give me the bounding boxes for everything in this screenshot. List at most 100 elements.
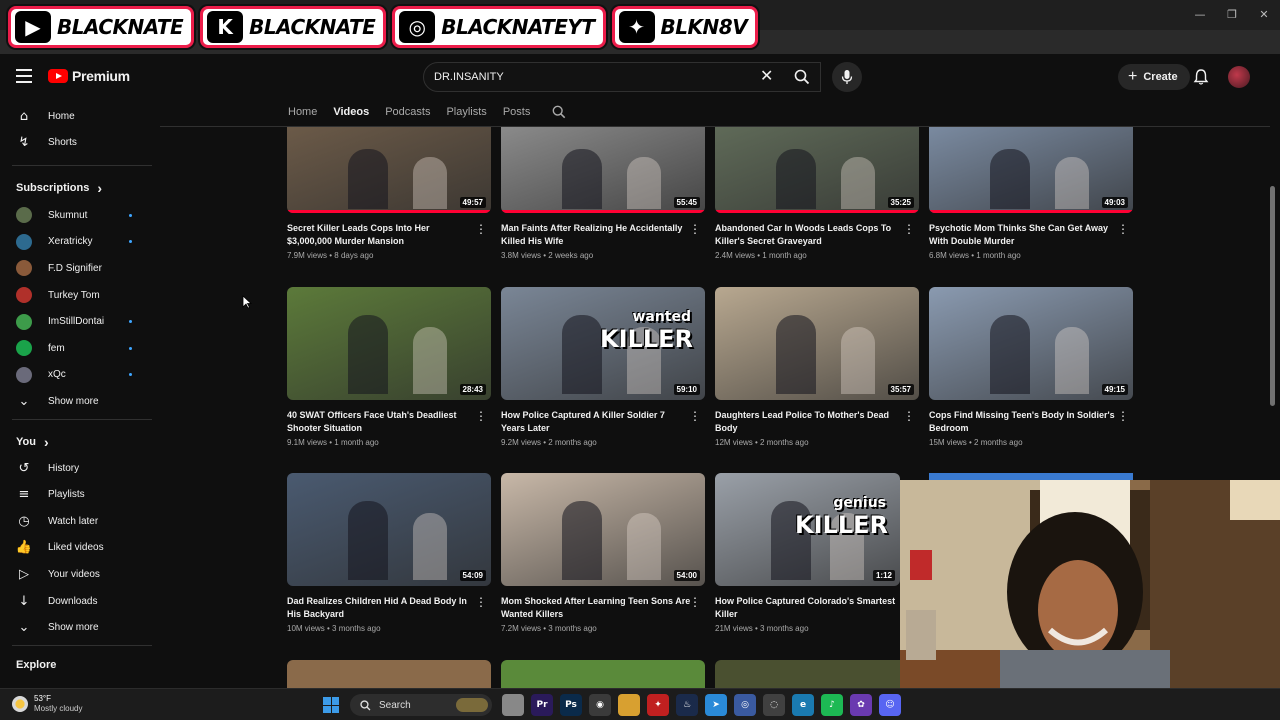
premiere-icon[interactable]: Pr [531, 694, 553, 716]
video-title[interactable]: 40 SWAT Officers Face Utah's Deadliest S… [287, 409, 477, 435]
more-options-icon[interactable]: ⋮ [475, 223, 487, 235]
maximize-icon[interactable]: ❐ [1216, 0, 1248, 28]
video-card[interactable]: 55:45 Man Faints After Realizing He Accid… [501, 127, 705, 260]
video-title[interactable]: Daughters Lead Police To Mother's Dead B… [715, 409, 905, 435]
folder-icon[interactable] [618, 694, 640, 716]
sidebar-channel[interactable]: Xeratricky [0, 229, 150, 255]
minimize-icon[interactable]: — [1184, 0, 1216, 28]
sidebar-channel[interactable]: ImStillDontai [0, 309, 150, 335]
file-explorer-icon[interactable] [502, 694, 524, 716]
clear-search-icon[interactable]: ✕ [760, 68, 773, 84]
more-options-icon[interactable]: ⋮ [1117, 410, 1129, 422]
more-options-icon[interactable]: ⋮ [689, 596, 701, 608]
tab-playlists[interactable]: Playlists [446, 106, 486, 118]
sidebar-item-playlists[interactable]: ≡ Playlists [0, 482, 150, 508]
account-avatar[interactable] [1228, 66, 1250, 88]
video-thumbnail[interactable]: 28:43 [287, 287, 491, 400]
channel-search-icon[interactable] [552, 105, 566, 119]
app-blue-icon[interactable]: ◎ [734, 694, 756, 716]
more-options-icon[interactable]: ⋮ [475, 596, 487, 608]
discord-icon[interactable]: ☺ [879, 694, 901, 716]
video-thumbnail[interactable]: 55:45 [501, 127, 705, 213]
video-card[interactable]: 54:00 Mom Shocked After Learning Teen Son… [501, 473, 705, 633]
video-title[interactable]: Man Faints After Realizing He Accidental… [501, 222, 691, 248]
video-title[interactable]: Abandoned Car In Woods Leads Cops To Kil… [715, 222, 905, 248]
subscriptions-heading[interactable]: Subscriptions › [16, 180, 102, 196]
sidebar-channel[interactable]: F.D Signifier [0, 255, 150, 281]
show-more-button[interactable]: ⌄ Show more [0, 388, 150, 414]
video-thumbnail-partial[interactable] [929, 473, 1133, 480]
app-color-icon[interactable]: ✿ [850, 694, 872, 716]
notifications-bell-icon[interactable] [1192, 68, 1210, 86]
tab-home[interactable]: Home [288, 106, 317, 118]
sidebar-item-liked-videos[interactable]: 👍 Liked videos [0, 535, 150, 561]
sidebar-channel[interactable]: Turkey Tom [0, 282, 150, 308]
more-options-icon[interactable]: ⋮ [1117, 223, 1129, 235]
windows-start-icon[interactable] [323, 697, 339, 713]
video-thumbnail-partial[interactable] [501, 660, 705, 688]
sidebar-item-downloads[interactable]: ↓ Downloads [0, 588, 150, 614]
video-thumbnail[interactable]: 49:15 [929, 287, 1133, 400]
search-button[interactable] [786, 62, 818, 92]
sidebar-channel[interactable]: fem [0, 335, 150, 361]
sidebar-channel[interactable]: xQc [0, 362, 150, 388]
video-thumbnail[interactable]: 49:57 [287, 127, 491, 213]
app-gray-icon[interactable]: ◌ [763, 694, 785, 716]
video-card[interactable]: genius KILLER 1:12 How Police Captured Colo… [715, 473, 919, 633]
spotify-icon[interactable]: ♪ [821, 694, 843, 716]
video-thumbnail[interactable]: 54:00 [501, 473, 705, 586]
steam-icon[interactable]: ♨ [676, 694, 698, 716]
sidebar-item-history[interactable]: ↺ History [0, 455, 150, 481]
video-card[interactable]: wanted KILLER 59:10 How Police Captured A K… [501, 287, 705, 447]
app-red-icon[interactable]: ✦ [647, 694, 669, 716]
more-options-icon[interactable]: ⋮ [689, 223, 701, 235]
sidebar-item-home[interactable]: ⌂ Home [0, 103, 150, 129]
you-heading[interactable]: You › [16, 434, 49, 450]
search-input[interactable] [434, 71, 810, 83]
video-title[interactable]: Dad Realizes Children Hid A Dead Body In… [287, 595, 477, 621]
more-options-icon[interactable]: ⋮ [475, 410, 487, 422]
show-more-button[interactable]: ⌄ Show more [0, 615, 150, 641]
tab-posts[interactable]: Posts [503, 106, 531, 118]
video-thumbnail[interactable]: 54:09 [287, 473, 491, 586]
video-thumbnail[interactable]: 35:57 [715, 287, 919, 400]
video-title[interactable]: Mom Shocked After Learning Teen Sons Are… [501, 595, 691, 621]
telegram-icon[interactable]: ➤ [705, 694, 727, 716]
video-thumbnail[interactable]: wanted KILLER 59:10 [501, 287, 705, 400]
sidebar-item-your-videos[interactable]: ▷ Your videos [0, 561, 150, 587]
create-button[interactable]: + Create [1118, 64, 1190, 90]
more-options-icon[interactable]: ⋮ [903, 410, 915, 422]
video-thumbnail-partial[interactable] [287, 660, 491, 688]
video-card[interactable]: 54:09 Dad Realizes Children Hid A Dead Bo… [287, 473, 491, 633]
voice-search-button[interactable] [832, 62, 862, 92]
sidebar-item-shorts[interactable]: ↯ Shorts [0, 130, 150, 156]
weather-widget[interactable]: 53°F Mostly cloudy [12, 694, 82, 714]
video-thumbnail-partial[interactable] [715, 660, 900, 688]
more-options-icon[interactable]: ⋮ [903, 223, 915, 235]
video-title[interactable]: How Police Captured A Killer Soldier 7 Y… [501, 409, 691, 435]
video-title[interactable]: Cops Find Missing Teen's Body In Soldier… [929, 409, 1119, 435]
video-thumbnail[interactable]: 35:25 [715, 127, 919, 213]
taskbar-search[interactable]: Search [350, 694, 492, 716]
close-icon[interactable]: ✕ [1248, 0, 1280, 28]
video-card[interactable]: 28:43 40 SWAT Officers Face Utah's Deadli… [287, 287, 491, 447]
video-title[interactable]: How Police Captured Colorado's Smartest … [715, 595, 905, 621]
video-thumbnail[interactable]: 49:03 [929, 127, 1133, 213]
photoshop-icon[interactable]: Ps [560, 694, 582, 716]
more-options-icon[interactable]: ⋮ [689, 410, 701, 422]
video-thumbnail[interactable]: genius KILLER 1:12 [715, 473, 900, 586]
page-scrollbar[interactable] [1270, 186, 1275, 406]
video-card[interactable]: 35:25 Abandoned Car In Woods Leads Cops T… [715, 127, 919, 260]
sidebar-item-watch-later[interactable]: ◷ Watch later [0, 508, 150, 534]
video-card[interactable]: 49:03 Psychotic Mom Thinks She Can Get Aw… [929, 127, 1133, 260]
video-card[interactable]: 35:57 Daughters Lead Police To Mother's D… [715, 287, 919, 447]
video-title[interactable]: Secret Killer Leads Cops Into Her $3,000… [287, 222, 477, 248]
hamburger-menu-icon[interactable] [16, 69, 32, 83]
chrome-icon[interactable]: ◉ [589, 694, 611, 716]
video-card[interactable]: 49:15 Cops Find Missing Teen's Body In So… [929, 287, 1133, 447]
youtube-premium-logo[interactable]: Premium [48, 68, 130, 84]
video-card[interactable]: 49:57 Secret Killer Leads Cops Into Her $… [287, 127, 491, 260]
edge-icon[interactable]: e [792, 694, 814, 716]
sidebar-channel[interactable]: Skumnut [0, 202, 150, 228]
tab-videos[interactable]: Videos [333, 106, 369, 118]
